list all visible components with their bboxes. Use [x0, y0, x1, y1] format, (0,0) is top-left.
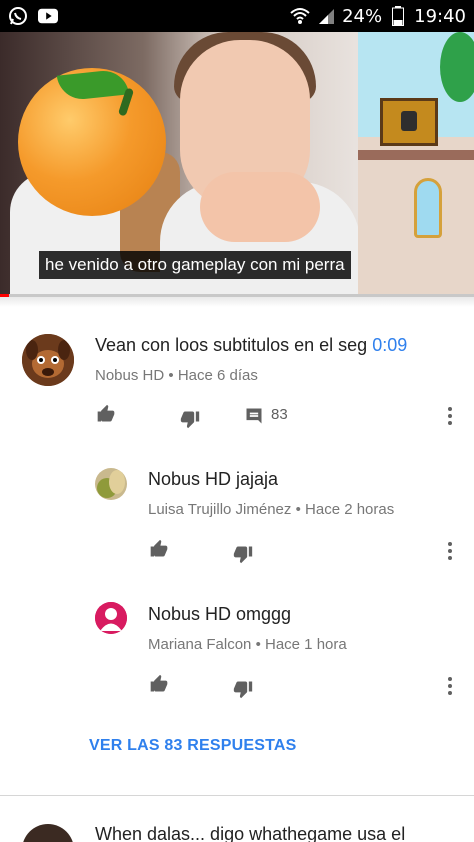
game-mirror: [414, 178, 442, 238]
comment-meta: Mariana Falcon • Hace 1 hora: [148, 636, 347, 653]
thumbs-up-icon: [150, 539, 168, 557]
comment-meta: Nobus HD • Hace 6 días: [95, 367, 258, 384]
comment-author[interactable]: Mariana Falcon: [148, 636, 251, 653]
meta-separator: •: [255, 636, 261, 653]
dislike-button[interactable]: [231, 542, 255, 566]
youtube-icon: [38, 6, 58, 26]
comment-icon: [246, 408, 262, 424]
comment-text: Nobus HD omggg: [148, 604, 292, 624]
orange-sticker: [18, 68, 166, 216]
orange-leaf: [56, 68, 130, 102]
comment-body: Vean con loos subtitulos en el seg: [95, 335, 373, 355]
reply-count: 83: [271, 406, 288, 423]
battery-percent: 24%: [342, 5, 383, 27]
meta-separator: •: [295, 501, 301, 518]
more-options-icon[interactable]: [444, 674, 456, 698]
default-user-icon: [95, 602, 127, 634]
comment-text: When dalas... digo whathegame usa el: [95, 824, 406, 842]
comment-author[interactable]: Nobus HD: [95, 367, 164, 384]
video-caption: he venido a otro gameplay con mi perra: [39, 251, 351, 279]
avatar[interactable]: [95, 602, 127, 634]
wifi-icon: [290, 6, 310, 26]
comment-age: Hace 1 hora: [265, 636, 347, 653]
avatar[interactable]: [22, 334, 74, 386]
thumbs-up-icon: [97, 404, 115, 422]
lock-icon: [401, 111, 417, 131]
like-button[interactable]: [147, 537, 171, 561]
clock: 19:40: [414, 5, 466, 27]
view-replies-button[interactable]: VER LAS 83 RESPUESTAS: [89, 737, 297, 755]
divider: [0, 795, 474, 796]
game-tree: [440, 32, 474, 102]
whatsapp-icon: [8, 6, 28, 26]
timestamp-link[interactable]: 0:09: [372, 335, 407, 355]
battery-icon: [388, 6, 408, 26]
like-button[interactable]: [94, 402, 118, 426]
reply-button[interactable]: [242, 404, 266, 428]
thumbs-up-icon: [150, 674, 168, 692]
comment-author[interactable]: Luisa Trujillo Jiménez: [148, 501, 291, 518]
video-person-hand: [200, 172, 320, 242]
avatar[interactable]: [95, 468, 127, 500]
comment-text: Nobus HD jajaja: [148, 469, 279, 489]
more-options-icon[interactable]: [444, 539, 456, 563]
comment-text: Vean con loos subtitulos en el seg 0:09: [95, 335, 407, 356]
status-bar: 24% 19:40: [0, 0, 474, 32]
more-options-icon[interactable]: [444, 404, 456, 428]
comment-age: Hace 6 días: [177, 367, 258, 384]
like-button[interactable]: [147, 672, 171, 696]
comment-age: Hace 2 horas: [305, 501, 395, 518]
thumbs-down-icon: [180, 411, 200, 429]
meta-separator: •: [168, 367, 174, 384]
avatar[interactable]: [22, 824, 74, 842]
thumbs-down-icon: [233, 546, 253, 564]
video-player[interactable]: he venido a otro gameplay con mi perra: [0, 32, 474, 294]
avatar-image: [22, 334, 74, 386]
player-shadow: [0, 297, 474, 307]
signal-icon: [316, 6, 336, 26]
thumbs-down-icon: [233, 681, 253, 699]
comment-meta: Luisa Trujillo Jiménez • Hace 2 horas: [148, 501, 394, 518]
avatar-image: [95, 468, 127, 500]
dislike-button[interactable]: [178, 407, 202, 431]
game-lockbox: [380, 98, 438, 146]
game-shelf: [358, 150, 474, 160]
dislike-button[interactable]: [231, 677, 255, 701]
